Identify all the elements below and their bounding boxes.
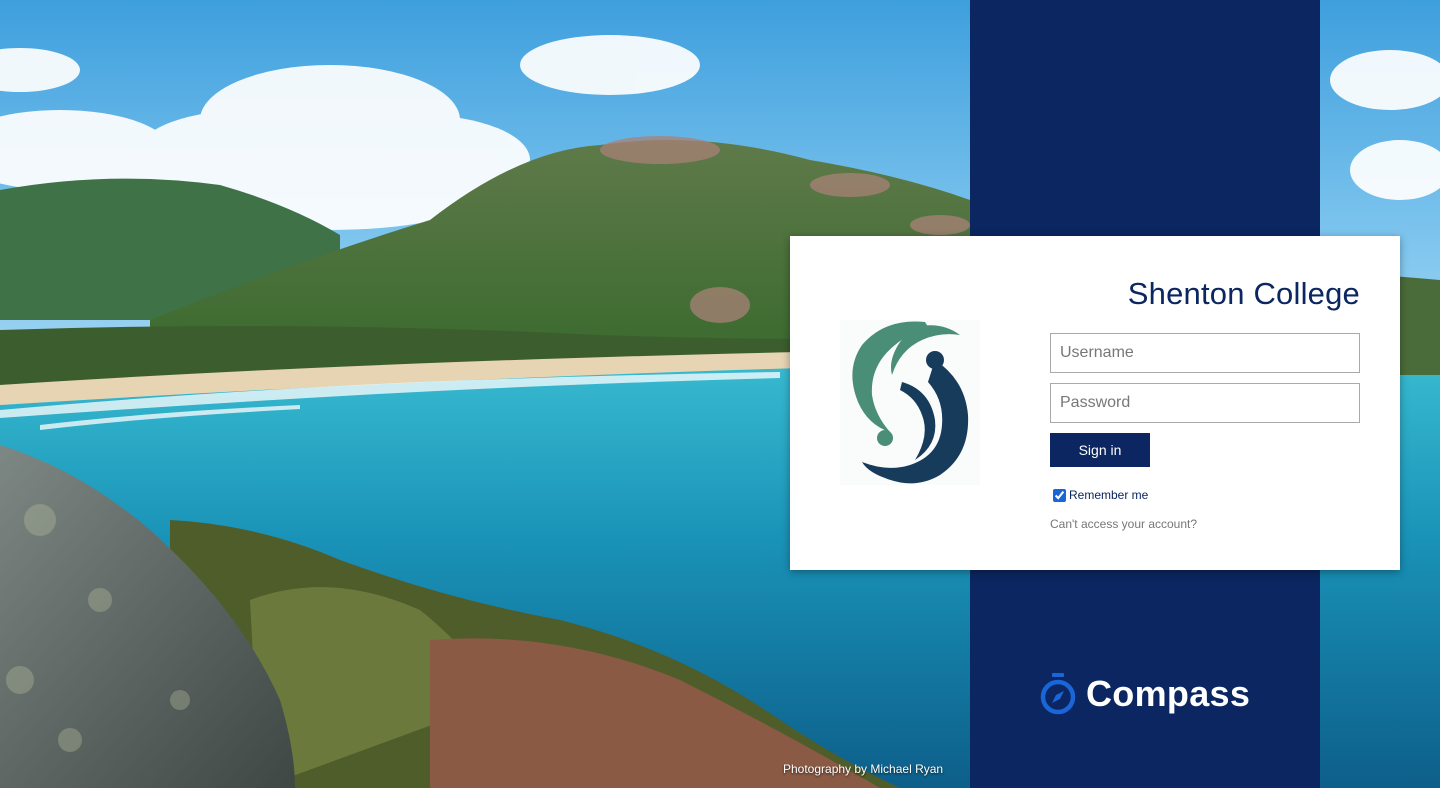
school-name: Shenton College [1127, 276, 1360, 311]
cant-access-account-link[interactable]: Can't access your account? [1050, 517, 1197, 531]
photo-credit: Photography by Michael Ryan [783, 762, 944, 776]
password-input[interactable] [1050, 383, 1360, 423]
login-page: Shenton College Sign in Remember me Can'… [0, 0, 1440, 788]
remember-me-checkbox[interactable] [1053, 488, 1066, 502]
username-input[interactable] [1050, 333, 1360, 373]
remember-me[interactable]: Remember me [1053, 488, 1148, 502]
remember-me-label: Remember me [1069, 488, 1149, 502]
sign-in-button[interactable]: Sign in [1050, 433, 1150, 467]
school-logo [840, 320, 980, 485]
compass-stopwatch-icon [1040, 672, 1076, 716]
compass-wordmark: Compass [1086, 673, 1251, 714]
compass-brand: Compass [1040, 672, 1250, 716]
